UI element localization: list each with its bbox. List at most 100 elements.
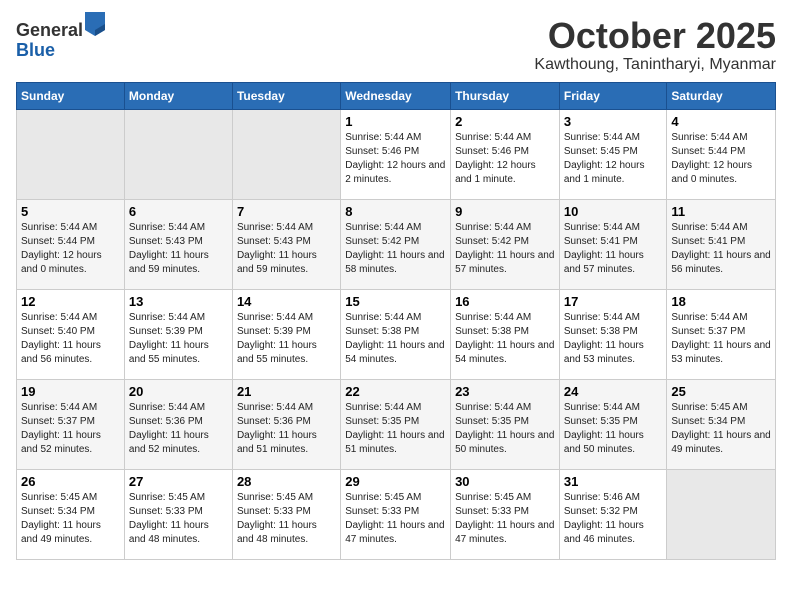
logo-general-text: General bbox=[16, 20, 83, 40]
weekday-header: Monday bbox=[124, 82, 232, 109]
calendar-week-row: 5Sunrise: 5:44 AM Sunset: 5:44 PM Daylig… bbox=[17, 199, 776, 289]
day-number: 21 bbox=[237, 384, 336, 399]
calendar-cell: 22 Sunrise: 5:44 AM Sunset: 5:35 PM Dayli… bbox=[341, 379, 451, 469]
calendar-week-row: 19 Sunrise: 5:44 AM Sunset: 5:37 PM Dayli… bbox=[17, 379, 776, 469]
cell-info: Sunrise: 5:45 AM Sunset: 5:33 PM Dayligh… bbox=[345, 491, 446, 547]
weekday-header: Wednesday bbox=[341, 82, 451, 109]
calendar-cell: 12Sunrise: 5:44 AM Sunset: 5:40 PM Dayli… bbox=[17, 289, 125, 379]
day-number: 3 bbox=[564, 114, 663, 129]
day-number: 9 bbox=[455, 204, 555, 219]
weekday-header-row: SundayMondayTuesdayWednesdayThursdayFrid… bbox=[17, 82, 776, 109]
calendar-cell: 7Sunrise: 5:44 AM Sunset: 5:43 PM Daylig… bbox=[232, 199, 340, 289]
calendar-cell: 29 Sunrise: 5:45 AM Sunset: 5:33 PM Dayli… bbox=[341, 469, 451, 559]
cell-info: Sunrise: 5:45 AM Sunset: 5:34 PM Dayligh… bbox=[21, 491, 120, 547]
calendar-cell: 27Sunrise: 5:45 AM Sunset: 5:33 PM Dayli… bbox=[124, 469, 232, 559]
day-number: 16 bbox=[455, 294, 555, 309]
day-number: 29 bbox=[345, 474, 446, 489]
day-number: 11 bbox=[671, 204, 771, 219]
day-number: 27 bbox=[129, 474, 228, 489]
calendar-cell: 19 Sunrise: 5:44 AM Sunset: 5:37 PM Dayli… bbox=[17, 379, 125, 469]
calendar-cell: 8Sunrise: 5:44 AM Sunset: 5:42 PM Daylig… bbox=[341, 199, 451, 289]
calendar-cell: 16Sunrise: 5:44 AM Sunset: 5:38 PM Dayli… bbox=[451, 289, 560, 379]
cell-info: Sunrise: 5:44 AM Sunset: 5:41 PM Dayligh… bbox=[671, 221, 771, 277]
calendar-week-row: 12Sunrise: 5:44 AM Sunset: 5:40 PM Dayli… bbox=[17, 289, 776, 379]
cell-info: Sunrise: 5:44 AM Sunset: 5:35 PM Dayligh… bbox=[564, 401, 663, 457]
calendar-cell bbox=[17, 109, 125, 199]
day-number: 23 bbox=[455, 384, 555, 399]
calendar-cell: 26Sunrise: 5:45 AM Sunset: 5:34 PM Dayli… bbox=[17, 469, 125, 559]
day-number: 13 bbox=[129, 294, 228, 309]
day-number: 4 bbox=[671, 114, 771, 129]
calendar-cell bbox=[667, 469, 776, 559]
calendar-table: SundayMondayTuesdayWednesdayThursdayFrid… bbox=[16, 82, 776, 560]
calendar-cell: 3 Sunrise: 5:44 AM Sunset: 5:45 PM Daylig… bbox=[559, 109, 667, 199]
calendar-cell: 20 Sunrise: 5:44 AM Sunset: 5:36 PM Dayli… bbox=[124, 379, 232, 469]
calendar-cell: 15 Sunrise: 5:44 AM Sunset: 5:38 PM Dayli… bbox=[341, 289, 451, 379]
calendar-cell bbox=[124, 109, 232, 199]
day-number: 17 bbox=[564, 294, 663, 309]
calendar-cell: 31Sunrise: 5:46 AM Sunset: 5:32 PM Dayli… bbox=[559, 469, 667, 559]
cell-info: Sunrise: 5:44 AM Sunset: 5:43 PM Dayligh… bbox=[129, 221, 228, 277]
weekday-header: Friday bbox=[559, 82, 667, 109]
calendar-cell: 14Sunrise: 5:44 AM Sunset: 5:39 PM Dayli… bbox=[232, 289, 340, 379]
cell-info: Sunrise: 5:44 AM Sunset: 5:36 PM Dayligh… bbox=[129, 401, 228, 457]
cell-info: Sunrise: 5:44 AM Sunset: 5:39 PM Dayligh… bbox=[237, 311, 336, 367]
day-number: 31 bbox=[564, 474, 663, 489]
calendar-cell: 13 Sunrise: 5:44 AM Sunset: 5:39 PM Dayli… bbox=[124, 289, 232, 379]
cell-info: Sunrise: 5:44 AM Sunset: 5:41 PM Dayligh… bbox=[564, 221, 663, 277]
calendar-week-row: 1 Sunrise: 5:44 AM Sunset: 5:46 PM Daylig… bbox=[17, 109, 776, 199]
day-number: 25 bbox=[671, 384, 771, 399]
calendar-cell bbox=[232, 109, 340, 199]
day-number: 30 bbox=[455, 474, 555, 489]
day-number: 6 bbox=[129, 204, 228, 219]
calendar-cell: 9 Sunrise: 5:44 AM Sunset: 5:42 PM Daylig… bbox=[451, 199, 560, 289]
calendar-cell: 21 Sunrise: 5:44 AM Sunset: 5:36 PM Dayli… bbox=[232, 379, 340, 469]
calendar-cell: 5Sunrise: 5:44 AM Sunset: 5:44 PM Daylig… bbox=[17, 199, 125, 289]
day-number: 10 bbox=[564, 204, 663, 219]
cell-info: Sunrise: 5:45 AM Sunset: 5:33 PM Dayligh… bbox=[455, 491, 555, 547]
calendar-cell: 17 Sunrise: 5:44 AM Sunset: 5:38 PM Dayli… bbox=[559, 289, 667, 379]
cell-info: Sunrise: 5:44 AM Sunset: 5:37 PM Dayligh… bbox=[671, 311, 771, 367]
cell-info: Sunrise: 5:44 AM Sunset: 5:36 PM Dayligh… bbox=[237, 401, 336, 457]
day-number: 15 bbox=[345, 294, 446, 309]
cell-info: Sunrise: 5:44 AM Sunset: 5:42 PM Dayligh… bbox=[345, 221, 446, 277]
calendar-cell: 1 Sunrise: 5:44 AM Sunset: 5:46 PM Daylig… bbox=[341, 109, 451, 199]
cell-info: Sunrise: 5:44 AM Sunset: 5:35 PM Dayligh… bbox=[345, 401, 446, 457]
calendar-cell: 25Sunrise: 5:45 AM Sunset: 5:34 PM Dayli… bbox=[667, 379, 776, 469]
day-number: 22 bbox=[345, 384, 446, 399]
cell-info: Sunrise: 5:44 AM Sunset: 5:39 PM Dayligh… bbox=[129, 311, 228, 367]
cell-info: Sunrise: 5:44 AM Sunset: 5:35 PM Dayligh… bbox=[455, 401, 555, 457]
calendar-cell: 24 Sunrise: 5:44 AM Sunset: 5:35 PM Dayli… bbox=[559, 379, 667, 469]
cell-info: Sunrise: 5:44 AM Sunset: 5:46 PM Dayligh… bbox=[345, 131, 446, 187]
day-number: 20 bbox=[129, 384, 228, 399]
calendar-cell: 23 Sunrise: 5:44 AM Sunset: 5:35 PM Dayli… bbox=[451, 379, 560, 469]
header: General Blue October 2025 Kawthoung, Tan… bbox=[16, 16, 776, 74]
day-number: 12 bbox=[21, 294, 120, 309]
logo-blue-text: Blue bbox=[16, 40, 55, 60]
location-subtitle: Kawthoung, Tanintharyi, Myanmar bbox=[534, 56, 776, 74]
day-number: 18 bbox=[671, 294, 771, 309]
calendar-cell: 4Sunrise: 5:44 AM Sunset: 5:44 PM Daylig… bbox=[667, 109, 776, 199]
weekday-header: Saturday bbox=[667, 82, 776, 109]
cell-info: Sunrise: 5:44 AM Sunset: 5:45 PM Dayligh… bbox=[564, 131, 663, 187]
calendar-cell: 2Sunrise: 5:44 AM Sunset: 5:46 PM Daylig… bbox=[451, 109, 560, 199]
cell-info: Sunrise: 5:44 AM Sunset: 5:37 PM Dayligh… bbox=[21, 401, 120, 457]
day-number: 19 bbox=[21, 384, 120, 399]
weekday-header: Tuesday bbox=[232, 82, 340, 109]
month-year-title: October 2025 bbox=[534, 16, 776, 56]
weekday-header: Sunday bbox=[17, 82, 125, 109]
calendar-cell: 18 Sunrise: 5:44 AM Sunset: 5:37 PM Dayli… bbox=[667, 289, 776, 379]
day-number: 5 bbox=[21, 204, 120, 219]
calendar-week-row: 26Sunrise: 5:45 AM Sunset: 5:34 PM Dayli… bbox=[17, 469, 776, 559]
day-number: 1 bbox=[345, 114, 446, 129]
calendar-cell: 6 Sunrise: 5:44 AM Sunset: 5:43 PM Daylig… bbox=[124, 199, 232, 289]
logo: General Blue bbox=[16, 16, 105, 61]
cell-info: Sunrise: 5:44 AM Sunset: 5:38 PM Dayligh… bbox=[345, 311, 446, 367]
cell-info: Sunrise: 5:44 AM Sunset: 5:38 PM Dayligh… bbox=[564, 311, 663, 367]
cell-info: Sunrise: 5:44 AM Sunset: 5:46 PM Dayligh… bbox=[455, 131, 555, 187]
calendar-cell: 28Sunrise: 5:45 AM Sunset: 5:33 PM Dayli… bbox=[232, 469, 340, 559]
title-section: October 2025 Kawthoung, Tanintharyi, Mya… bbox=[534, 16, 776, 74]
cell-info: Sunrise: 5:45 AM Sunset: 5:33 PM Dayligh… bbox=[237, 491, 336, 547]
cell-info: Sunrise: 5:44 AM Sunset: 5:42 PM Dayligh… bbox=[455, 221, 555, 277]
day-number: 24 bbox=[564, 384, 663, 399]
